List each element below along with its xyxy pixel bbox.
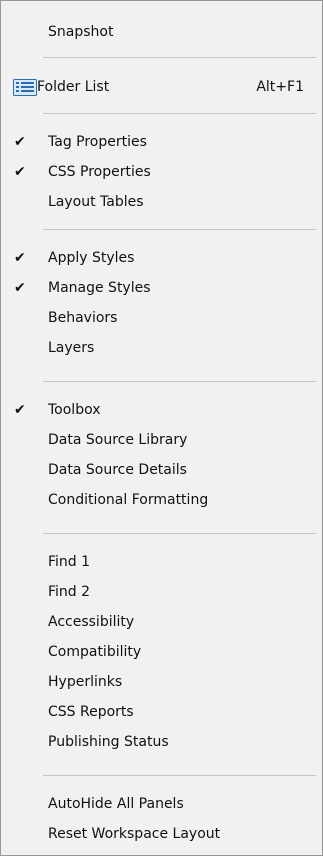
menu-item-css-reports[interactable]: CSS Reports [2, 699, 321, 725]
menu-item-label: Folder List [37, 79, 110, 95]
folder-list-icon [13, 79, 37, 96]
menu-item-label: Accessibility [48, 614, 135, 630]
menu-item-label: Find 2 [48, 584, 91, 600]
check-icon: ✔ [14, 134, 26, 150]
menu-item-tag-properties[interactable]: ✔ Tag Properties [2, 129, 321, 155]
menu-item-snapshot[interactable]: Snapshot [2, 19, 321, 45]
check-icon: ✔ [14, 164, 26, 180]
menu-item-data-source-details[interactable]: Data Source Details [2, 457, 321, 483]
check-icon: ✔ [14, 280, 26, 296]
menu-item-layers[interactable]: Layers [2, 335, 321, 361]
menu-item-label: Snapshot [48, 24, 114, 40]
menu-item-label: Layers [48, 340, 95, 356]
menu-item-find-1[interactable]: Find 1 [2, 549, 321, 575]
menu-item-reset-workspace-layout[interactable]: Reset Workspace Layout [2, 821, 321, 847]
menu-item-layout-tables[interactable]: Layout Tables [2, 189, 321, 215]
menu-item-shortcut: Alt+F1 [256, 79, 304, 95]
menu-item-label: Reset Workspace Layout [48, 826, 221, 842]
menu-item-hyperlinks[interactable]: Hyperlinks [2, 669, 321, 695]
menu-item-label: Data Source Library [48, 432, 188, 448]
menu-item-label: Apply Styles [48, 250, 135, 266]
menu-item-manage-styles[interactable]: ✔ Manage Styles [2, 275, 321, 301]
menu-item-toolbox[interactable]: ✔ Toolbox [2, 397, 321, 423]
menu-item-data-source-library[interactable]: Data Source Library [2, 427, 321, 453]
menu-item-folder-list[interactable]: Folder List Alt+F1 [2, 74, 321, 100]
menu-separator [43, 533, 316, 534]
menu-item-label: Manage Styles [48, 280, 151, 296]
menu-item-css-properties[interactable]: ✔ CSS Properties [2, 159, 321, 185]
menu-item-autohide-all-panels[interactable]: AutoHide All Panels [2, 791, 321, 817]
menu-item-label: CSS Reports [48, 704, 134, 720]
menu-item-label: Data Source Details [48, 462, 187, 478]
menu-item-label: Find 1 [48, 554, 91, 570]
menu-item-publishing-status[interactable]: Publishing Status [2, 729, 321, 755]
menu-item-behaviors[interactable]: Behaviors [2, 305, 321, 331]
menu-item-accessibility[interactable]: Accessibility [2, 609, 321, 635]
menu-item-apply-styles[interactable]: ✔ Apply Styles [2, 245, 321, 271]
menu-item-label: Conditional Formatting [48, 492, 209, 508]
check-icon: ✔ [14, 250, 26, 266]
menu-item-label: Publishing Status [48, 734, 169, 750]
menu-item-label: Hyperlinks [48, 674, 123, 690]
menu-item-conditional-formatting[interactable]: Conditional Formatting [2, 487, 321, 513]
menu-separator [43, 113, 316, 114]
menu-item-label: Compatibility [48, 644, 142, 660]
menu-item-label: CSS Properties [48, 164, 151, 180]
menu-item-label: Tag Properties [48, 134, 147, 150]
menu-item-label: AutoHide All Panels [48, 796, 184, 812]
menu-separator [43, 57, 316, 58]
menu-item-compatibility[interactable]: Compatibility [2, 639, 321, 665]
menu-item-find-2[interactable]: Find 2 [2, 579, 321, 605]
menu-item-label: Layout Tables [48, 194, 144, 210]
menu-item-label: Behaviors [48, 310, 118, 326]
menu-separator [43, 775, 316, 776]
check-icon: ✔ [14, 402, 26, 418]
menu-separator [43, 381, 316, 382]
menu-item-label: Toolbox [48, 402, 101, 418]
panels-menu: Snapshot Folder List Alt+F1 ✔ Tag Proper… [0, 0, 323, 856]
menu-separator [43, 229, 316, 230]
